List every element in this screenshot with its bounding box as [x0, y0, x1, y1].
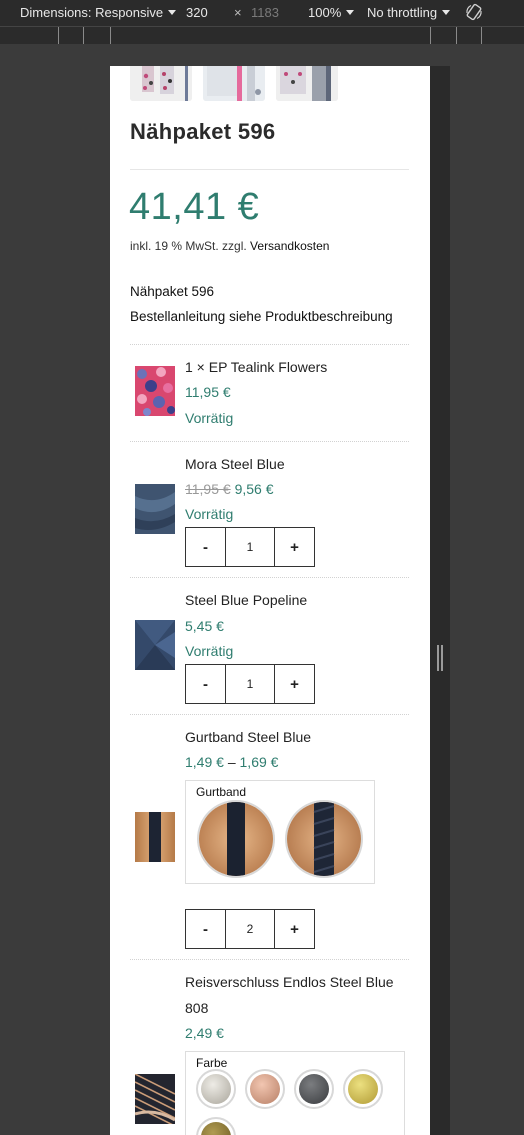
- swatch-option[interactable]: [197, 800, 275, 878]
- item-price: 11,95 € 9,56 €: [185, 481, 274, 497]
- divider: [130, 344, 409, 345]
- resize-handle[interactable]: [437, 645, 443, 671]
- devtools-toolbar: Dimensions: Responsive 320 × 1183 100% N…: [0, 0, 524, 26]
- stock-status: Vorrätig: [185, 410, 234, 426]
- variant-swatches: Gurtband: [185, 780, 375, 884]
- gallery-thumbnail[interactable]: [130, 66, 192, 101]
- swatch-option-gunmetal[interactable]: [294, 1069, 334, 1109]
- item-old-price: 11,95 €: [185, 481, 231, 497]
- swatch-color: [201, 1074, 231, 1104]
- quantity-input[interactable]: 1: [226, 665, 274, 703]
- decrease-button[interactable]: -: [186, 528, 226, 566]
- ruler-mark: [58, 27, 59, 44]
- quantity-stepper: - 1 +: [185, 527, 315, 567]
- divider: [130, 577, 409, 578]
- swatch-label: Farbe: [196, 1056, 228, 1070]
- product-title: Nähpaket 596: [130, 119, 276, 144]
- item-price: 2,49 €: [185, 1025, 224, 1041]
- price-low: 1,49 €: [185, 754, 224, 770]
- item-name[interactable]: Gurtband Steel Blue: [185, 729, 311, 745]
- description-line: Nähpaket 596: [130, 284, 215, 299]
- swatch-option-silver[interactable]: [196, 1069, 236, 1109]
- swatch-option-bronze[interactable]: [196, 1117, 236, 1135]
- stock-status: Vorrätig: [185, 643, 234, 659]
- rotate-icon[interactable]: [464, 2, 484, 22]
- zoom-dropdown[interactable]: 100%: [308, 5, 355, 20]
- divider: [130, 169, 409, 170]
- item-price: 5,45 €: [185, 618, 224, 634]
- width-input[interactable]: 320: [186, 5, 208, 20]
- price-separator: –: [227, 754, 236, 770]
- item-name-line[interactable]: Reisverschluss Endlos Steel Blue: [185, 974, 394, 990]
- swatch-color: [299, 1074, 329, 1104]
- ruler-mark: [481, 27, 482, 44]
- quantity-input[interactable]: 1: [226, 528, 274, 566]
- item-sale-price: 9,56 €: [234, 481, 274, 497]
- variant-swatches: Farbe: [185, 1051, 405, 1135]
- divider: [130, 959, 409, 960]
- viewport-scrollbar[interactable]: [430, 66, 450, 1135]
- increase-button[interactable]: +: [274, 910, 314, 948]
- tax-text: inkl. 19 % MwSt. zzgl.: [130, 239, 247, 253]
- increase-button[interactable]: +: [274, 665, 314, 703]
- swatch-label: Gurtband: [196, 785, 247, 799]
- zoom-label: 100%: [308, 5, 342, 20]
- throttling-label: No throttling: [367, 5, 438, 20]
- increase-button[interactable]: +: [274, 528, 314, 566]
- dimensions-dropdown[interactable]: Dimensions: Responsive: [20, 5, 177, 20]
- gallery-thumbnail[interactable]: [203, 66, 265, 101]
- stock-status: Vorrätig: [185, 506, 234, 522]
- tax-note: inkl. 19 % MwSt. zzgl. Versandkosten: [130, 239, 329, 253]
- ruler-mark: [456, 27, 457, 44]
- item-name[interactable]: 1 × EP Tealink Flowers: [185, 359, 327, 375]
- shipping-link[interactable]: Versandkosten: [250, 239, 329, 253]
- item-price: 11,95 €: [185, 384, 231, 400]
- divider: [130, 441, 409, 442]
- item-image[interactable]: [135, 620, 175, 670]
- decrease-button[interactable]: -: [186, 665, 226, 703]
- item-name[interactable]: Steel Blue Popeline: [185, 592, 307, 608]
- item-name-line[interactable]: 808: [185, 1000, 208, 1016]
- swatch-option-rose[interactable]: [245, 1069, 285, 1109]
- throttling-dropdown[interactable]: No throttling: [367, 5, 451, 20]
- item-image[interactable]: [135, 812, 175, 862]
- gallery-thumbnail[interactable]: [276, 66, 338, 101]
- item-image[interactable]: [135, 484, 175, 534]
- item-image[interactable]: [135, 366, 175, 416]
- description-line: Bestellanleitung siehe Produktbeschreibu…: [130, 309, 393, 324]
- ruler-mark: [430, 27, 431, 44]
- item-image[interactable]: [135, 1074, 175, 1124]
- swatch-color: [348, 1074, 378, 1104]
- divider: [130, 714, 409, 715]
- price-high: 1,69 €: [239, 754, 279, 770]
- times-icon: ×: [234, 5, 242, 20]
- product-page: Nähpaket 596 41,41 € inkl. 19 % MwSt. zz…: [110, 66, 430, 1135]
- swatch-color: [201, 1122, 231, 1135]
- chevron-down-icon: [168, 10, 177, 15]
- decrease-button[interactable]: -: [186, 910, 226, 948]
- swatch-option[interactable]: [285, 800, 363, 878]
- quantity-stepper: - 2 +: [185, 909, 315, 949]
- media-query-ruler: [0, 26, 524, 44]
- ruler-mark: [83, 27, 84, 44]
- chevron-down-icon: [442, 10, 451, 15]
- chevron-down-icon: [346, 10, 355, 15]
- swatch-color: [250, 1074, 280, 1104]
- swatch-option-gold[interactable]: [343, 1069, 383, 1109]
- item-name[interactable]: Mora Steel Blue: [185, 456, 285, 472]
- quantity-input[interactable]: 2: [226, 910, 274, 948]
- dimensions-label: Dimensions: Responsive: [20, 5, 164, 20]
- product-price: 41,41 €: [129, 186, 260, 228]
- item-price-range: 1,49 € – 1,69 €: [185, 754, 278, 770]
- ruler-mark: [110, 27, 111, 44]
- quantity-stepper: - 1 +: [185, 664, 315, 704]
- height-input[interactable]: 1183: [251, 5, 279, 20]
